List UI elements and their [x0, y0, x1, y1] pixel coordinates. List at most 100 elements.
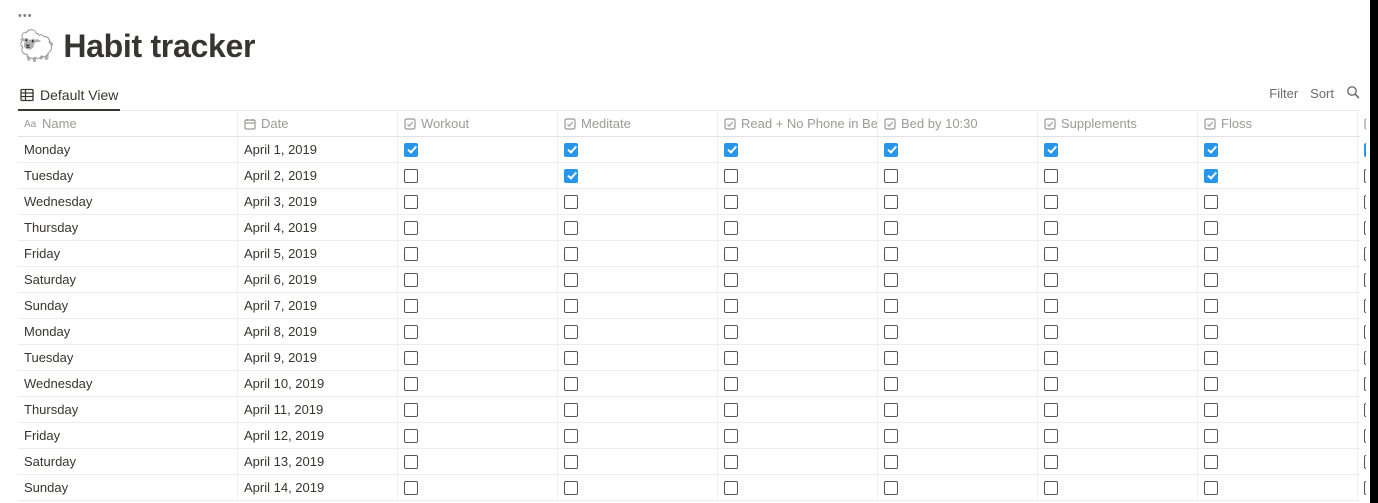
- column-header[interactable]: Date: [238, 111, 398, 136]
- checkbox[interactable]: [1204, 299, 1218, 313]
- checkbox[interactable]: [404, 429, 418, 443]
- checkbox[interactable]: [1044, 273, 1058, 287]
- checkbox[interactable]: [1044, 481, 1058, 495]
- row-name-cell[interactable]: Saturday: [18, 449, 238, 474]
- row-name-cell[interactable]: Wednesday: [18, 371, 238, 396]
- row-name-cell[interactable]: Wednesday: [18, 189, 238, 214]
- row-name-cell[interactable]: Thursday: [18, 215, 238, 240]
- row-date-cell[interactable]: April 6, 2019: [238, 267, 398, 292]
- checkbox[interactable]: [564, 299, 578, 313]
- sort-button[interactable]: Sort: [1310, 86, 1334, 101]
- column-header[interactable]: Meditate: [558, 111, 718, 136]
- filter-button[interactable]: Filter: [1269, 86, 1298, 101]
- checkbox[interactable]: [1044, 247, 1058, 261]
- checkbox[interactable]: [724, 221, 738, 235]
- view-tab-default[interactable]: Default View: [18, 83, 120, 111]
- checkbox[interactable]: [884, 143, 898, 157]
- table-row[interactable]: TuesdayApril 2, 2019: [18, 163, 1360, 189]
- checkbox[interactable]: [564, 325, 578, 339]
- row-name-cell[interactable]: Monday: [18, 319, 238, 344]
- checkbox[interactable]: [1044, 169, 1058, 183]
- checkbox[interactable]: [564, 429, 578, 443]
- table-row[interactable]: SundayApril 14, 2019: [18, 475, 1360, 501]
- checkbox[interactable]: [724, 377, 738, 391]
- checkbox[interactable]: [884, 481, 898, 495]
- checkbox[interactable]: [564, 221, 578, 235]
- row-date-cell[interactable]: April 14, 2019: [238, 475, 398, 500]
- checkbox[interactable]: [1204, 247, 1218, 261]
- checkbox[interactable]: [1044, 429, 1058, 443]
- checkbox[interactable]: [1204, 377, 1218, 391]
- checkbox[interactable]: [724, 403, 738, 417]
- checkbox[interactable]: [1044, 455, 1058, 469]
- search-icon[interactable]: [1346, 85, 1360, 102]
- page-emoji[interactable]: 🐑: [18, 32, 55, 62]
- checkbox[interactable]: [1204, 169, 1218, 183]
- checkbox[interactable]: [404, 143, 418, 157]
- row-date-cell[interactable]: April 1, 2019: [238, 137, 398, 162]
- checkbox[interactable]: [1044, 143, 1058, 157]
- checkbox[interactable]: [1204, 481, 1218, 495]
- checkbox[interactable]: [724, 247, 738, 261]
- row-date-cell[interactable]: April 8, 2019: [238, 319, 398, 344]
- checkbox[interactable]: [884, 403, 898, 417]
- checkbox[interactable]: [1204, 429, 1218, 443]
- table-row[interactable]: ThursdayApril 11, 2019: [18, 397, 1360, 423]
- checkbox[interactable]: [404, 351, 418, 365]
- column-header[interactable]: Read + No Phone in Bed: [718, 111, 878, 136]
- checkbox[interactable]: [884, 299, 898, 313]
- checkbox[interactable]: [1044, 195, 1058, 209]
- checkbox[interactable]: [724, 325, 738, 339]
- checkbox[interactable]: [884, 429, 898, 443]
- checkbox[interactable]: [724, 143, 738, 157]
- checkbox[interactable]: [404, 299, 418, 313]
- checkbox[interactable]: [724, 273, 738, 287]
- checkbox[interactable]: [404, 455, 418, 469]
- table-row[interactable]: ThursdayApril 4, 2019: [18, 215, 1360, 241]
- more-menu-icon[interactable]: •••: [18, 10, 1360, 22]
- checkbox[interactable]: [404, 273, 418, 287]
- table-row[interactable]: SaturdayApril 6, 2019: [18, 267, 1360, 293]
- checkbox[interactable]: [1204, 143, 1218, 157]
- checkbox[interactable]: [564, 247, 578, 261]
- checkbox[interactable]: [724, 481, 738, 495]
- checkbox[interactable]: [724, 299, 738, 313]
- table-row[interactable]: TuesdayApril 9, 2019: [18, 345, 1360, 371]
- checkbox[interactable]: [564, 403, 578, 417]
- scrollbar-thumb[interactable]: [1370, 0, 1378, 503]
- checkbox[interactable]: [724, 169, 738, 183]
- column-header[interactable]: Bed by 10:30: [878, 111, 1038, 136]
- row-date-cell[interactable]: April 4, 2019: [238, 215, 398, 240]
- checkbox[interactable]: [564, 195, 578, 209]
- table-row[interactable]: WednesdayApril 10, 2019: [18, 371, 1360, 397]
- checkbox[interactable]: [404, 481, 418, 495]
- checkbox[interactable]: [564, 273, 578, 287]
- checkbox[interactable]: [1204, 351, 1218, 365]
- checkbox[interactable]: [1044, 221, 1058, 235]
- row-name-cell[interactable]: Tuesday: [18, 345, 238, 370]
- row-name-cell[interactable]: Monday: [18, 137, 238, 162]
- checkbox[interactable]: [1044, 299, 1058, 313]
- checkbox[interactable]: [884, 351, 898, 365]
- checkbox[interactable]: [724, 195, 738, 209]
- checkbox[interactable]: [884, 455, 898, 469]
- column-header[interactable]: Supplements: [1038, 111, 1198, 136]
- page-title[interactable]: Habit tracker: [63, 28, 255, 65]
- row-date-cell[interactable]: April 9, 2019: [238, 345, 398, 370]
- checkbox[interactable]: [1044, 403, 1058, 417]
- row-date-cell[interactable]: April 12, 2019: [238, 423, 398, 448]
- row-date-cell[interactable]: April 2, 2019: [238, 163, 398, 188]
- checkbox[interactable]: [884, 195, 898, 209]
- checkbox[interactable]: [1204, 273, 1218, 287]
- row-name-cell[interactable]: Friday: [18, 241, 238, 266]
- checkbox[interactable]: [1044, 351, 1058, 365]
- row-name-cell[interactable]: Tuesday: [18, 163, 238, 188]
- row-name-cell[interactable]: Thursday: [18, 397, 238, 422]
- checkbox[interactable]: [884, 221, 898, 235]
- checkbox[interactable]: [564, 455, 578, 469]
- checkbox[interactable]: [404, 325, 418, 339]
- row-date-cell[interactable]: April 3, 2019: [238, 189, 398, 214]
- checkbox[interactable]: [1204, 221, 1218, 235]
- column-header[interactable]: Workout: [398, 111, 558, 136]
- table-row[interactable]: SundayApril 7, 2019: [18, 293, 1360, 319]
